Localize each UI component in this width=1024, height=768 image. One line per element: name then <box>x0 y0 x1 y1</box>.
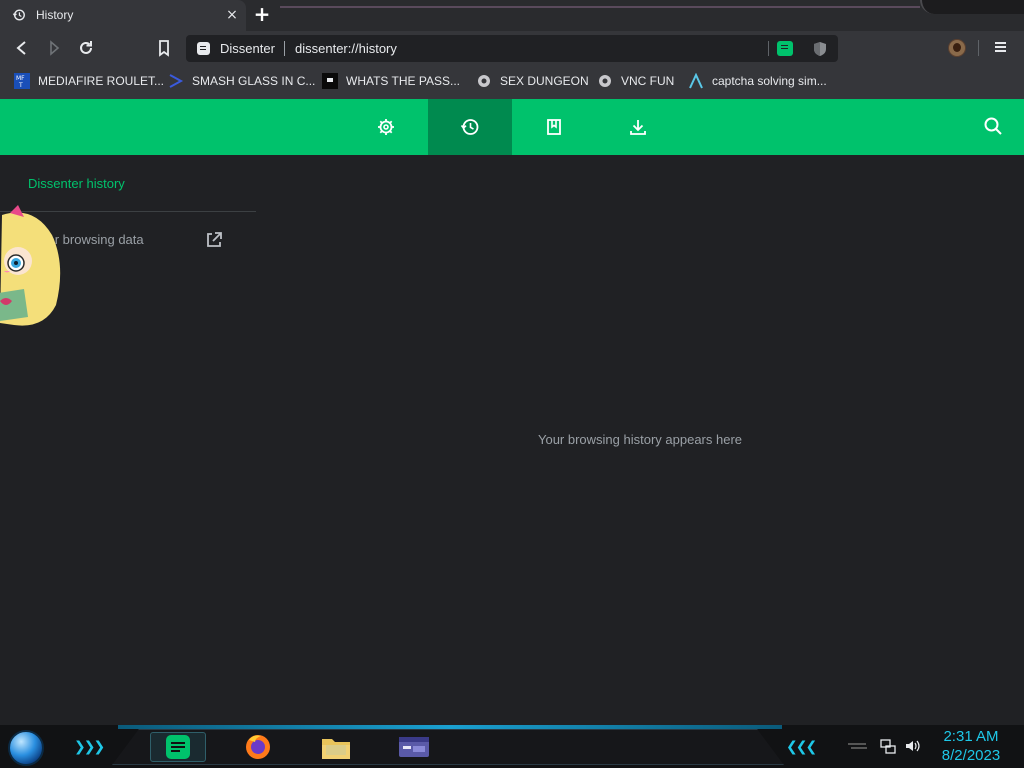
reload-icon[interactable] <box>76 38 96 58</box>
bookmark-item[interactable]: SEX DUNGEON <box>476 72 589 90</box>
url-text[interactable]: dissenter://history <box>295 41 397 56</box>
empty-state-message: Your browsing history appears here <box>537 432 743 447</box>
taskbar-app[interactable] <box>386 732 442 762</box>
extension-separator <box>768 41 769 56</box>
network-icon[interactable] <box>880 738 896 754</box>
taskbar-firefox[interactable] <box>230 732 286 762</box>
toolbar-separator <box>978 40 979 56</box>
gear-favicon <box>599 75 611 87</box>
bookmark-label: SMASH GLASS IN C... <box>192 74 316 88</box>
nav-settings[interactable] <box>344 99 428 155</box>
profile-avatar[interactable] <box>948 39 966 57</box>
dissenter-extension-icon[interactable] <box>777 41 793 56</box>
bookmarks-icon <box>547 119 561 135</box>
firefox-icon <box>246 735 270 759</box>
new-tab-button[interactable]: + <box>252 4 272 25</box>
mediafire-icon: MF T <box>14 73 30 89</box>
history-icon <box>460 119 479 135</box>
forward-icon[interactable] <box>44 38 64 58</box>
taskbar-glow <box>118 725 782 729</box>
show-desktop-icon[interactable] <box>846 738 870 754</box>
svg-text:MF: MF <box>16 75 25 82</box>
cartoon-character-sticker <box>0 205 61 326</box>
clock-time[interactable]: 2:31 AM <box>936 728 1006 745</box>
tabstrip-decoration <box>280 6 920 8</box>
dissenter-app-icon <box>166 735 190 759</box>
settings-icon <box>378 119 394 135</box>
browser-toolbar: Dissenter dissenter://history <box>0 31 1024 65</box>
volume-icon[interactable] <box>904 738 920 754</box>
downloads-icon <box>630 120 646 135</box>
shield-icon[interactable] <box>813 41 827 57</box>
tab-title: History <box>36 8 74 22</box>
bookmark-item[interactable]: WHATS THE PASS... <box>322 72 460 90</box>
bookmark-item[interactable]: VNC FUN <box>597 72 674 90</box>
tab-history[interactable]: History × <box>0 0 246 31</box>
address-separator <box>284 41 285 56</box>
history-icon <box>12 9 25 21</box>
bookmark-item[interactable]: SMASH GLASS IN C... <box>168 72 315 90</box>
back-icon[interactable] <box>12 38 32 58</box>
dark-favicon <box>322 73 338 89</box>
window-corner-decoration <box>920 0 1024 14</box>
clock-date[interactable]: 8/2/2023 <box>936 747 1006 764</box>
bookmark-label: WHATS THE PASS... <box>346 74 461 88</box>
site-info-icon[interactable] <box>197 42 210 55</box>
nav-bookmarks[interactable] <box>512 99 596 155</box>
window-app-icon <box>399 737 429 757</box>
nav-history[interactable] <box>428 99 512 155</box>
bookmark-icon[interactable] <box>154 38 174 58</box>
sidebar-title[interactable]: Dissenter history <box>28 176 125 191</box>
bookmark-label: SEX DUNGEON <box>500 74 589 88</box>
taskbar-dissenter[interactable] <box>150 732 206 762</box>
close-tab-icon[interactable]: × <box>224 7 240 23</box>
svg-text:T: T <box>18 82 23 89</box>
bookmark-label: MEDIAFIRE ROULET... <box>38 74 165 88</box>
nav-downloads[interactable] <box>596 99 680 155</box>
chevron-decoration-icon: ❯❯❯ <box>74 739 105 755</box>
address-bar[interactable]: Dissenter dissenter://history <box>186 35 838 62</box>
menu-icon[interactable] <box>994 40 1008 54</box>
chevron-decoration-icon: ❮❮❮ <box>786 739 817 755</box>
folder-icon <box>322 739 350 759</box>
taskbar-frame <box>112 729 784 765</box>
app-header <box>0 99 1024 155</box>
site-name: Dissenter <box>220 41 275 56</box>
open-external-icon[interactable] <box>205 231 223 249</box>
taskbar-file-explorer[interactable] <box>308 732 364 762</box>
bookmark-label: VNC FUN <box>621 74 675 88</box>
search-icon[interactable] <box>982 115 1004 137</box>
bookmark-item[interactable]: MF T MEDIAFIRE ROULET... <box>14 72 164 90</box>
bookmark-item[interactable]: captcha solving sim... <box>688 72 827 90</box>
lambda-favicon <box>689 73 703 89</box>
tab-strip: History × + <box>0 0 1024 31</box>
taskbar: ❯❯❯ ❮❮❮ 2:31 AM 8/2/2023 <box>0 725 1024 768</box>
chevron-favicon <box>169 74 184 88</box>
bookmark-label: captcha solving sim... <box>712 74 827 88</box>
start-button[interactable] <box>8 730 44 766</box>
history-main: Your browsing history appears here <box>256 155 1024 725</box>
history-sidebar: Dissenter history Clear browsing data <box>0 155 256 725</box>
bookmarks-bar: MF T MEDIAFIRE ROULET... SMASH GLASS IN C… <box>0 65 1024 99</box>
gear-favicon <box>478 75 490 87</box>
